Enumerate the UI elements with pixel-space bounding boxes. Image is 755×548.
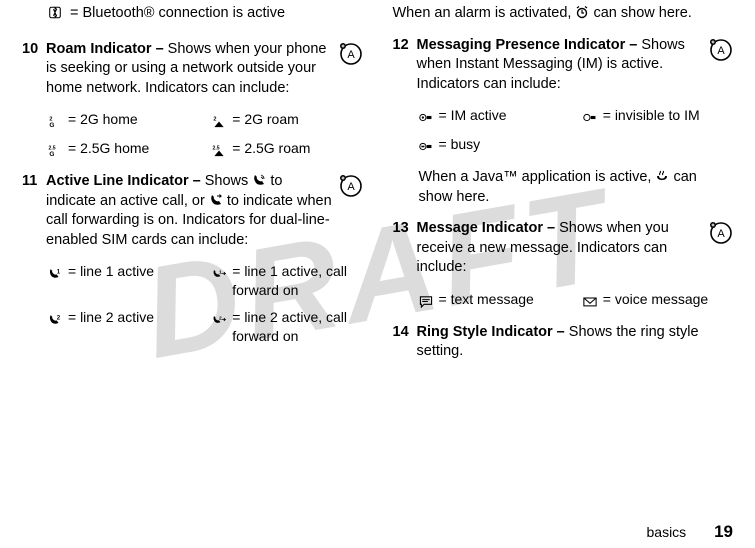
status-ring-icon: A [709, 38, 733, 69]
cell-text: = 2.5G roam [232, 139, 310, 158]
item-13: 13 A Message Indicator – Shows when you … [393, 219, 734, 278]
im-invisible-icon [583, 108, 597, 127]
table-row: 2.5 = 2.5G roam [212, 139, 362, 160]
line2-active-icon: 2 [48, 310, 62, 329]
status-ring-icon: A [339, 174, 363, 205]
item-14: 14 Ring Style Indicator – Shows the ring… [393, 323, 734, 362]
alarm-note-b: can show here. [589, 5, 691, 21]
item-13-title: Message Indicator – [417, 220, 556, 236]
cell-text: = text message [439, 290, 534, 309]
table-row: 1 = line 1 active [48, 262, 198, 300]
cell-text: = IM active [439, 106, 507, 125]
java-icon [655, 169, 669, 185]
item-13-number: 13 [393, 219, 417, 278]
alarm-note-a: When an alarm is activated, [393, 5, 576, 21]
item-13-table: = text message = voice message [419, 290, 734, 311]
cell-text: = busy [439, 135, 481, 154]
call-forward-icon [209, 193, 223, 209]
2g-home-icon: 2G [48, 112, 62, 131]
cell-text: = 2G home [68, 110, 138, 129]
item-11: 11 A Active Line Indicator – Shows to in… [22, 172, 363, 250]
table-row: 1 = line 1 active, call forward on [212, 262, 362, 300]
svg-text:2: 2 [57, 315, 61, 322]
svg-text:A: A [717, 45, 725, 57]
cell-text: = line 2 active, call forward on [232, 308, 362, 346]
status-ring-icon: A [709, 221, 733, 252]
table-row: 2 = line 2 active [48, 308, 198, 346]
page-footer: basics 19 [647, 521, 734, 544]
line1-active-icon: 1 [48, 264, 62, 283]
svg-text:1: 1 [57, 269, 61, 276]
voice-message-icon [583, 292, 597, 311]
svg-text:1: 1 [219, 270, 222, 276]
table-row: = IM active [419, 106, 569, 127]
svg-text:2: 2 [219, 316, 222, 322]
cell-text: = 2.5G home [68, 139, 149, 158]
item-12: 12 A Messaging Presence Indicator – Show… [393, 36, 734, 95]
line1-fwd-icon: 1 [212, 264, 226, 283]
im-active-icon [419, 108, 433, 127]
page-content: = Bluetooth® connection is active 10 A R… [0, 0, 755, 362]
java-note: When a Java™ application is active, can … [419, 168, 734, 207]
svg-text:A: A [347, 181, 355, 193]
svg-text:A: A [717, 228, 725, 240]
2-5g-roam-icon: 2.5 [212, 141, 226, 160]
2g-roam-icon: 2 [212, 112, 226, 131]
bluetooth-text: = Bluetooth® connection is active [70, 4, 285, 24]
bluetooth-line: = Bluetooth® connection is active [48, 4, 363, 24]
item-14-number: 14 [393, 323, 417, 362]
alarm-note: When an alarm is activated, can show her… [393, 4, 734, 24]
text-message-icon [419, 292, 433, 311]
table-row: 2G = 2G home [48, 110, 198, 131]
item-12-number: 12 [393, 36, 417, 95]
svg-text:2.5: 2.5 [213, 146, 220, 152]
java-note-a: When a Java™ application is active, [419, 169, 656, 185]
cell-text: = line 2 active [68, 308, 154, 327]
cell-text: = invisible to IM [603, 106, 700, 125]
table-row: = busy [419, 135, 569, 156]
svg-text:2: 2 [214, 117, 217, 123]
left-column: = Bluetooth® connection is active 10 A R… [22, 4, 363, 362]
cell-text: = line 1 active [68, 262, 154, 281]
cell-text: = 2G roam [232, 110, 299, 129]
alarm-icon [575, 5, 589, 21]
item-10-number: 10 [22, 40, 46, 99]
bluetooth-icon [48, 4, 62, 24]
item-10: 10 A Roam Indicator – Shows when your ph… [22, 40, 363, 99]
table-row: = invisible to IM [583, 106, 733, 127]
item-10-title: Roam Indicator – [46, 41, 164, 57]
svg-text:G: G [49, 151, 54, 157]
active-call-icon [252, 173, 266, 189]
item-12-title: Messaging Presence Indicator – [417, 37, 638, 53]
table-row: 2 = line 2 active, call forward on [212, 308, 362, 346]
status-ring-icon: A [339, 42, 363, 73]
item-14-title: Ring Style Indicator – [417, 324, 565, 340]
item-11-desc-a: Shows [205, 173, 253, 189]
table-row: = voice message [583, 290, 733, 311]
item-11-table: 1 = line 1 active 1 = line 1 active, cal… [48, 262, 363, 346]
table-row: = text message [419, 290, 569, 311]
line2-fwd-icon: 2 [212, 310, 226, 329]
cell-text: = line 1 active, call forward on [232, 262, 362, 300]
item-11-number: 11 [22, 172, 46, 250]
item-10-table: 2G = 2G home 2 = 2G roam 2.5G = 2.5G hom… [48, 110, 363, 160]
item-12-table: = IM active = invisible to IM = busy [419, 106, 734, 156]
svg-text:G: G [49, 122, 54, 128]
svg-text:A: A [347, 49, 355, 61]
item-11-title: Active Line Indicator – [46, 173, 201, 189]
footer-page-number: 19 [714, 522, 733, 541]
table-row: 2 = 2G roam [212, 110, 362, 131]
im-busy-icon [419, 137, 433, 156]
footer-section: basics [647, 524, 687, 540]
right-column: When an alarm is activated, can show her… [393, 4, 734, 362]
table-row: 2.5G = 2.5G home [48, 139, 198, 160]
cell-text: = voice message [603, 290, 708, 309]
2-5g-home-icon: 2.5G [48, 141, 62, 160]
